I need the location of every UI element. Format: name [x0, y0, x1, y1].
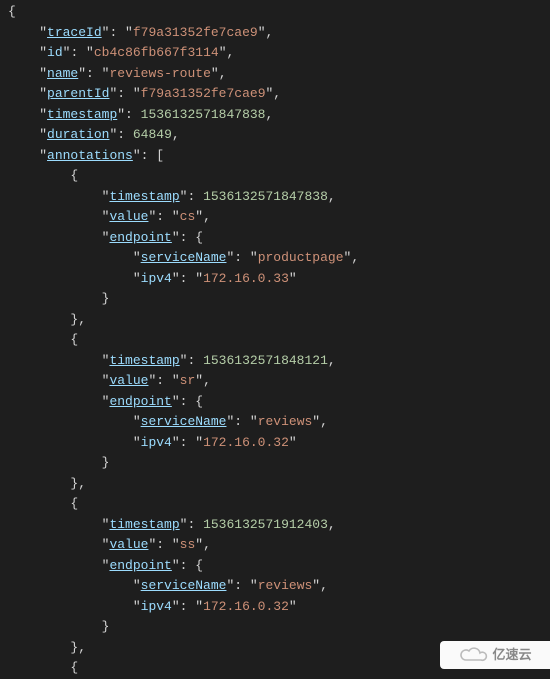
json-code-block: { "traceId": "f79a31352fe7cae9", "id": "… [0, 0, 550, 679]
key-name: name [47, 66, 78, 81]
key-id: id [47, 45, 63, 60]
val-timestamp: 1536132571847838 [141, 107, 266, 122]
key-value: value [109, 373, 148, 388]
key-ipv4: ipv4 [141, 435, 172, 450]
ann3-ipv4: 172.16.0.32 [203, 599, 289, 614]
ann2-ts: 1536132571848121 [203, 353, 328, 368]
watermark-text: 亿速云 [492, 645, 531, 666]
key-value: value [109, 537, 148, 552]
ann3-val: ss [180, 537, 196, 552]
key-serviceName: serviceName [141, 578, 227, 593]
key-timestamp: timestamp [109, 189, 179, 204]
key-endpoint: endpoint [109, 230, 171, 245]
watermark-badge: 亿速云 [440, 641, 550, 669]
key-ipv4: ipv4 [141, 271, 172, 286]
key-ipv4: ipv4 [141, 599, 172, 614]
val-traceId: f79a31352fe7cae9 [133, 25, 258, 40]
ann1-ipv4: 172.16.0.33 [203, 271, 289, 286]
key-timestamp: timestamp [109, 353, 179, 368]
cloud-icon [458, 646, 488, 664]
key-timestamp: timestamp [109, 517, 179, 532]
key-serviceName: serviceName [141, 250, 227, 265]
key-traceId: traceId [47, 25, 102, 40]
ann2-ipv4: 172.16.0.32 [203, 435, 289, 450]
key-endpoint: endpoint [109, 394, 171, 409]
brace-open: { [8, 4, 16, 19]
val-id: cb4c86fb667f3114 [94, 45, 219, 60]
ann2-service: reviews [258, 414, 313, 429]
ann2-val: sr [180, 373, 196, 388]
key-duration: duration [47, 127, 109, 142]
ann1-service: productpage [258, 250, 344, 265]
ann3-ts: 1536132571912403 [203, 517, 328, 532]
val-name: reviews-route [109, 66, 210, 81]
ann3-service: reviews [258, 578, 313, 593]
val-parentId: f79a31352fe7cae9 [141, 86, 266, 101]
key-timestamp: timestamp [47, 107, 117, 122]
ann1-val: cs [180, 209, 196, 224]
key-parentId: parentId [47, 86, 109, 101]
key-serviceName: serviceName [141, 414, 227, 429]
key-endpoint: endpoint [109, 558, 171, 573]
key-annotations: annotations [47, 148, 133, 163]
val-duration: 64849 [133, 127, 172, 142]
key-value: value [109, 209, 148, 224]
ann1-ts: 1536132571847838 [203, 189, 328, 204]
